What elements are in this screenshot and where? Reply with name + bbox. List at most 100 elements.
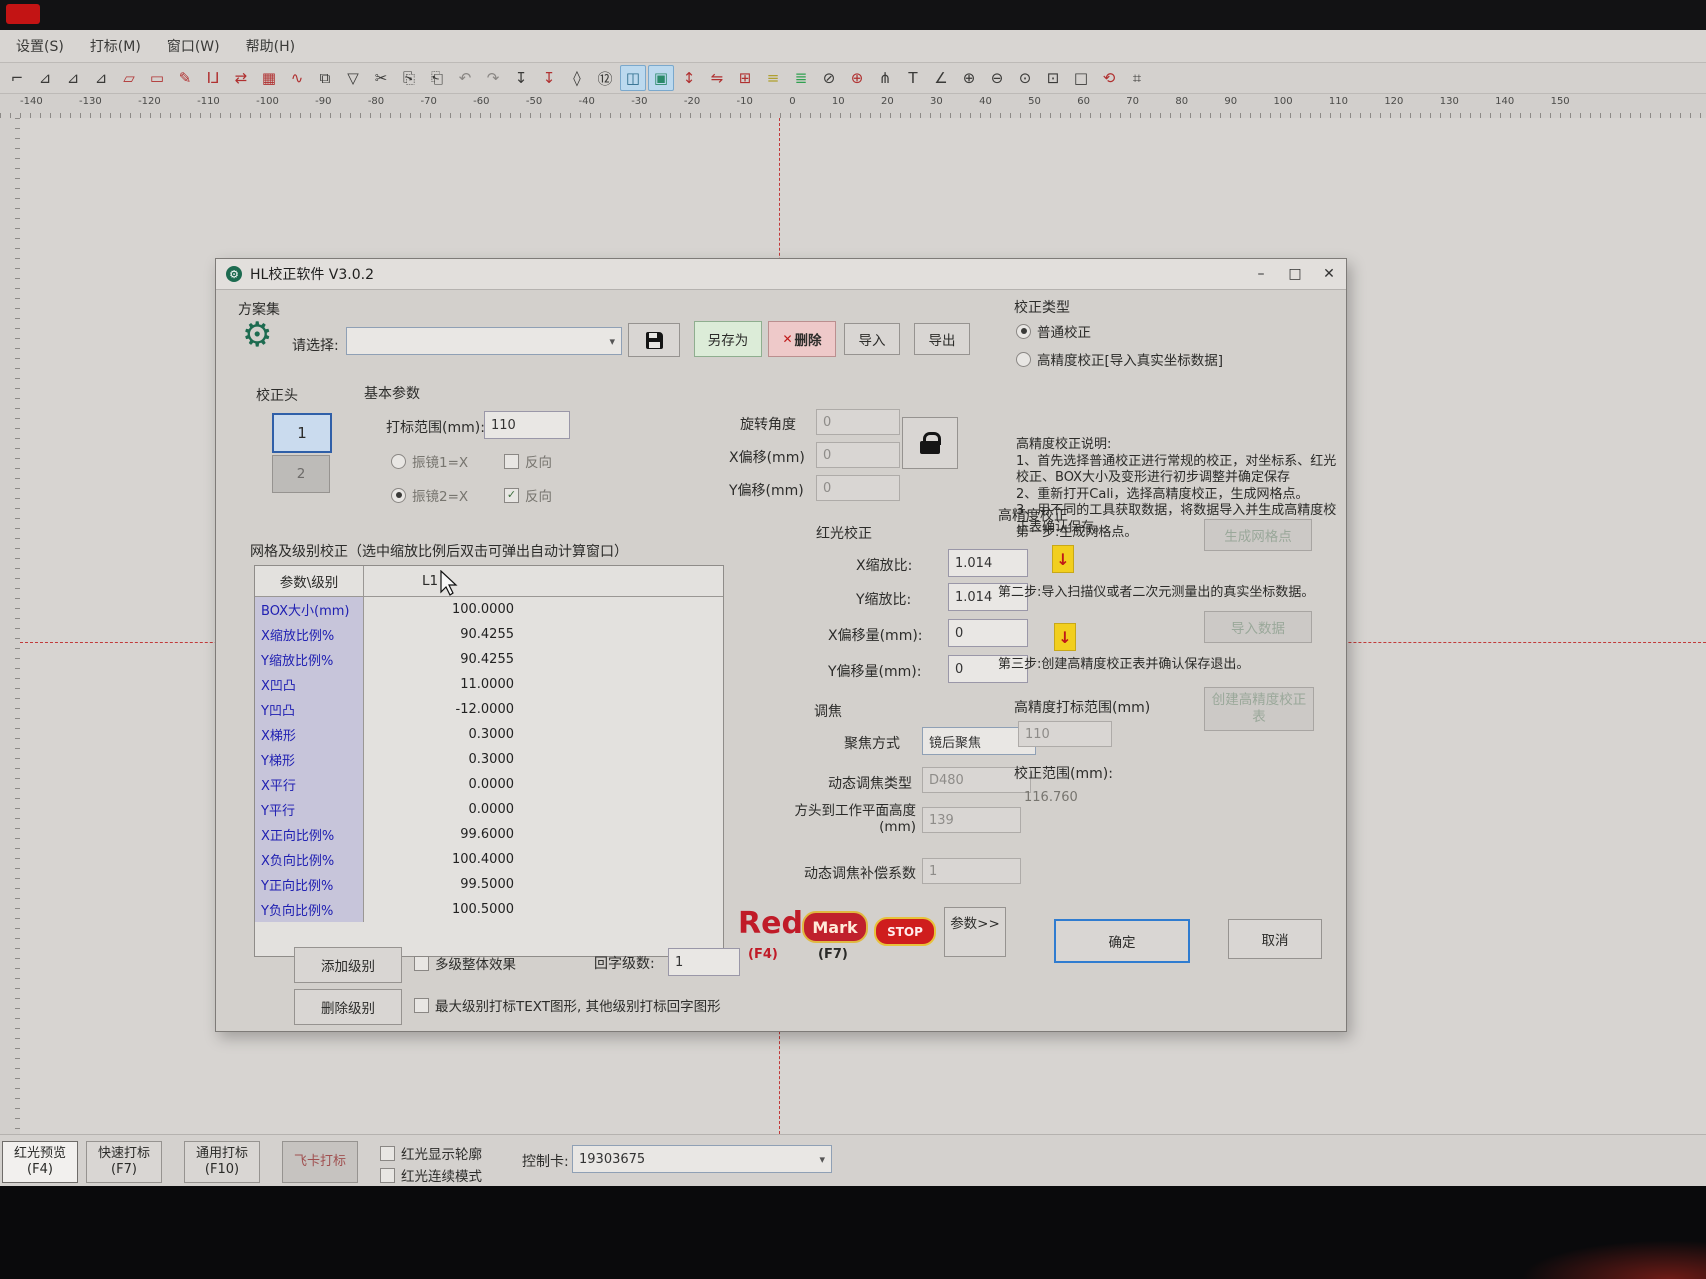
table-row[interactable]: Y缩放比例%90.4255 [255, 647, 723, 672]
download-1001-icon[interactable]: ↧ [536, 65, 562, 91]
close-button[interactable]: ✕ [1312, 260, 1346, 288]
s-curve-icon[interactable]: ∿ [284, 65, 310, 91]
draw-box-icon[interactable]: ▭ [144, 65, 170, 91]
hp-range-input[interactable]: 110 [1018, 721, 1112, 747]
save-as-button[interactable]: 另存为 [694, 321, 762, 357]
export-scheme-button[interactable]: 导出 [914, 323, 970, 355]
table-row[interactable]: Y正向比例%99.5000 [255, 872, 723, 897]
reverse1-checkbox[interactable]: 反向 [504, 451, 552, 471]
download-icon[interactable]: ↧ [508, 65, 534, 91]
create-hp-table-button[interactable]: 创建高精度校正表 [1204, 687, 1314, 731]
funnel-icon[interactable]: ▽ [340, 65, 366, 91]
head-1-button[interactable]: 1 [272, 413, 332, 453]
preview-page-icon[interactable]: ⧉ [312, 65, 338, 91]
delete-level-button[interactable]: 删除级别 [294, 989, 402, 1025]
caltype-normal-radio[interactable]: 普通校正 [1016, 321, 1091, 341]
max-level-checkbox[interactable]: 最大级别打标TEXT图形, 其他级别打标回字图形 [414, 995, 721, 1015]
scheme-combobox[interactable]: ▾ [346, 327, 622, 355]
undo-icon[interactable]: ↶ [452, 65, 478, 91]
node-break-icon[interactable]: ⊿ [88, 65, 114, 91]
save-scheme-button[interactable] [628, 323, 680, 357]
head-2-button[interactable]: 2 [272, 455, 330, 493]
dyn-focus-comp-input[interactable]: 1 [922, 858, 1021, 884]
paste-icon[interactable]: ⎗ [424, 65, 450, 91]
menu-settings[interactable]: 设置(S) [16, 36, 64, 56]
view-panel-icon[interactable]: ◫ [620, 65, 646, 91]
menu-help[interactable]: 帮助(H) [246, 36, 295, 56]
cancel-button[interactable]: 取消 [1228, 919, 1322, 959]
menu-window[interactable]: 窗口(W) [167, 36, 220, 56]
node-tool-icon[interactable]: ⋔ [872, 65, 898, 91]
node-edit-icon[interactable]: ⌐ [4, 65, 30, 91]
zoom-out-icon[interactable]: ⊖ [984, 65, 1010, 91]
flip-vertical-icon[interactable]: ↕ [676, 65, 702, 91]
delete-scheme-button[interactable]: ✕ 删除 [768, 321, 836, 357]
params-expand-button[interactable]: 参数>> [944, 907, 1006, 957]
eraser-icon[interactable]: ◊ [564, 65, 590, 91]
add-level-button[interactable]: 添加级别 [294, 947, 402, 983]
fly-mark-button[interactable]: 飞卡打标 [282, 1141, 358, 1183]
table-row[interactable]: X平行0.0000 [255, 772, 723, 797]
zoom-area-icon[interactable]: ⌗ [1124, 65, 1150, 91]
import-scheme-button[interactable]: 导入 [844, 323, 900, 355]
dialog-titlebar[interactable]: ⚙ HL校正软件 V3.0.2 – □ ✕ [216, 259, 1346, 290]
node-del-icon[interactable]: ⊿ [60, 65, 86, 91]
cut-icon[interactable]: ✂ [368, 65, 394, 91]
zoom-fit-icon[interactable]: ⊙ [1012, 65, 1038, 91]
x-offset-input[interactable]: 0 [816, 442, 900, 468]
redlight-xoffset-input[interactable]: 0 [948, 619, 1028, 647]
text-tool-icon[interactable]: T [900, 65, 926, 91]
zoom-in-icon[interactable]: ⊕ [956, 65, 982, 91]
quick-mark-button[interactable]: 快速打标 (F7) [86, 1141, 162, 1183]
table-row[interactable]: BOX大小(mm)100.0000 [255, 597, 723, 622]
stop-button[interactable]: STOP [874, 917, 936, 946]
menu-mark[interactable]: 打标(M) [90, 36, 141, 56]
lock-button[interactable] [902, 417, 958, 469]
import-data-button[interactable]: 导入数据 [1204, 611, 1312, 643]
maximize-button[interactable]: □ [1278, 260, 1312, 288]
flip-horizontal-icon[interactable]: ⇋ [704, 65, 730, 91]
mark-button[interactable]: Mark [802, 911, 868, 943]
head-height-input[interactable]: 139 [922, 807, 1021, 833]
forbid-icon[interactable]: ⊘ [816, 65, 842, 91]
node-add-icon[interactable]: ⊿ [32, 65, 58, 91]
table-row[interactable]: Y凹凸-12.0000 [255, 697, 723, 722]
equal-colors-icon[interactable]: ≡ [760, 65, 786, 91]
table-row[interactable]: X凹凸11.0000 [255, 672, 723, 697]
general-mark-button[interactable]: 通用打标 (F10) [184, 1141, 260, 1183]
array-icon[interactable]: ⊞ [732, 65, 758, 91]
redo-icon[interactable]: ↷ [480, 65, 506, 91]
draw-parallelogram-icon[interactable]: ▱ [116, 65, 142, 91]
draw-pen-icon[interactable]: ✎ [172, 65, 198, 91]
galvo1-radio[interactable]: 振镜1=X [391, 451, 468, 471]
multi-effect-checkbox[interactable]: 多级整体效果 [414, 953, 516, 973]
red-continuous-checkbox[interactable]: 红光连续模式 [380, 1165, 482, 1185]
loop-count-input[interactable]: 1 [668, 948, 740, 976]
galvo2-radio[interactable]: 振镜2=X [391, 485, 468, 505]
control-card-dropdown[interactable]: 19303675 ▾ [572, 1145, 832, 1173]
table-row[interactable]: X负向比例%100.4000 [255, 847, 723, 872]
select-rect-icon[interactable]: □ [1068, 65, 1094, 91]
swap-arrows-icon[interactable]: ⇄ [228, 65, 254, 91]
red-outline-checkbox[interactable]: 红光显示轮廓 [380, 1143, 482, 1163]
table-row[interactable]: Y负向比例%100.5000 [255, 897, 723, 922]
red-preview-button[interactable]: 红光预览 (F4) [2, 1141, 78, 1183]
view-panel2-icon[interactable]: ▣ [648, 65, 674, 91]
y-offset-input[interactable]: 0 [816, 475, 900, 501]
gear-target-icon[interactable]: ⊕ [844, 65, 870, 91]
mark-range-input[interactable]: 110 [484, 411, 570, 439]
rotate-angle-input[interactable]: 0 [816, 409, 900, 435]
minimize-button[interactable]: – [1244, 260, 1278, 288]
angle-tool-icon[interactable]: ∠ [928, 65, 954, 91]
caltype-high-radio[interactable]: 高精度校正[导入真实坐标数据] [1016, 349, 1223, 369]
reverse2-checkbox[interactable]: ✓ 反向 [504, 485, 552, 505]
edit-12-icon[interactable]: ⑫ [592, 65, 618, 91]
table-row[interactable]: Y梯形0.3000 [255, 747, 723, 772]
generate-grid-button[interactable]: 生成网格点 [1204, 519, 1312, 551]
table-row[interactable]: X梯形0.3000 [255, 722, 723, 747]
barcode-1001-icon[interactable]: Ⅰ⅃ [200, 65, 226, 91]
table-row[interactable]: X缩放比例%90.4255 [255, 622, 723, 647]
copy-icon[interactable]: ⎘ [396, 65, 422, 91]
list-colors-icon[interactable]: ≣ [788, 65, 814, 91]
zoom-window-icon[interactable]: ⊡ [1040, 65, 1066, 91]
